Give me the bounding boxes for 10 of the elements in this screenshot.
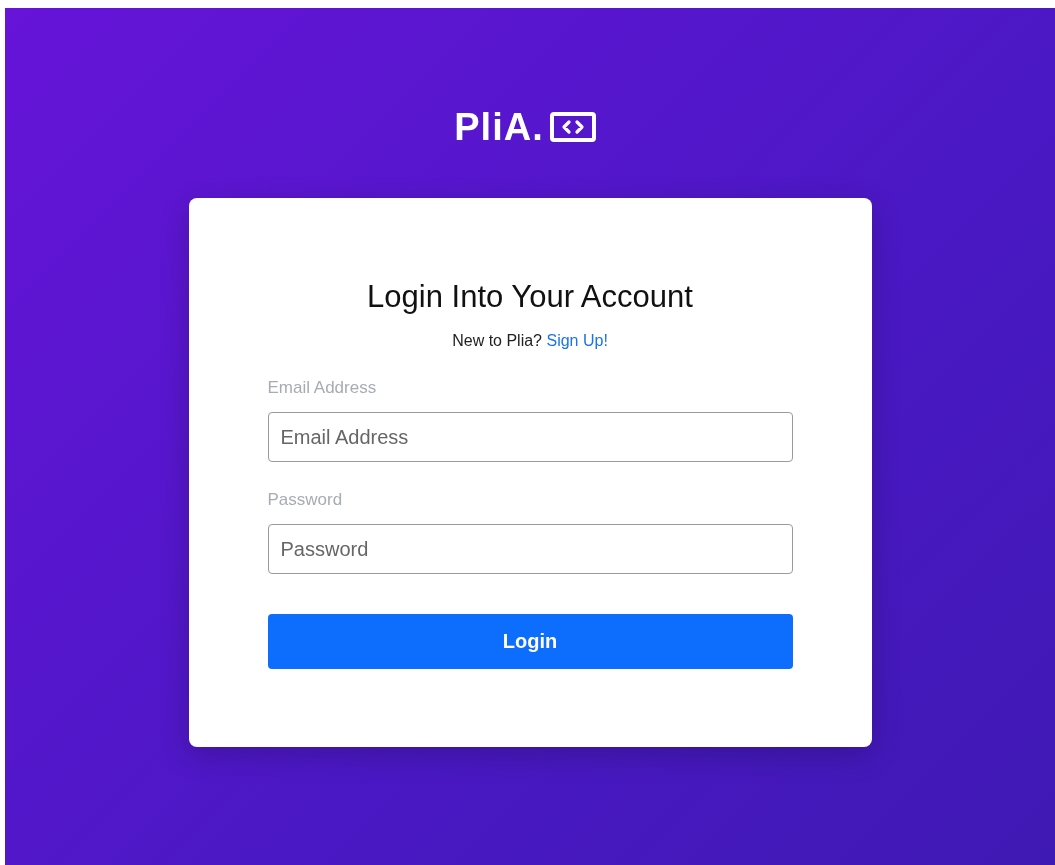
card-title: Login Into Your Account (367, 280, 693, 315)
signup-prompt: New to Plia? Sign Up! (452, 332, 608, 351)
login-button[interactable]: Login (267, 614, 793, 670)
signup-link[interactable]: Sign Up! (546, 332, 608, 350)
input-field[interactable]: Password (267, 524, 793, 575)
field-label: Email Address (267, 378, 378, 399)
field-label: Password (267, 490, 344, 511)
input-field[interactable]: Email Address (267, 412, 793, 463)
code-brackets-icon (549, 112, 596, 142)
logo-text: PliA. (454, 108, 544, 146)
